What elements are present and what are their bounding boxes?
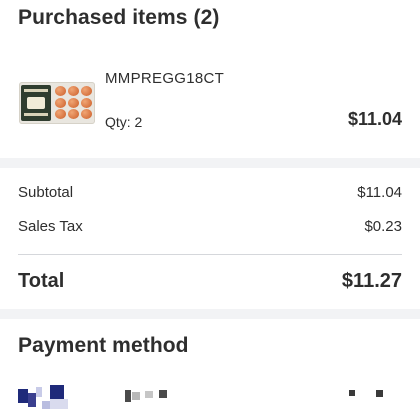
card-brand-logo-icon: [18, 385, 70, 413]
total-label: Total: [18, 270, 65, 292]
sales-tax-value: $0.23: [364, 218, 402, 235]
order-details-page: Purchased items (2) MMPREGG18CT Qty: 2 $…: [0, 0, 420, 420]
payment-method-heading: Payment method: [18, 334, 189, 357]
egg-carton-product-image[interactable]: [19, 82, 95, 124]
item-quantity: Qty: 2: [105, 114, 143, 130]
subtotal-value: $11.04: [357, 184, 402, 201]
subtotal-label: Subtotal: [18, 184, 74, 201]
carton-label-graphic: [21, 85, 51, 121]
item-name[interactable]: MMPREGG18CT: [105, 70, 224, 87]
eggs-graphic: [55, 86, 93, 120]
purchased-items-heading: Purchased items (2): [18, 6, 220, 29]
total-value: $11.27: [341, 270, 402, 292]
sales-tax-label: Sales Tax: [18, 218, 83, 235]
item-price: $11.04: [347, 109, 402, 129]
total-separator: [18, 254, 402, 255]
section-divider: [0, 158, 420, 168]
section-divider: [0, 309, 420, 319]
